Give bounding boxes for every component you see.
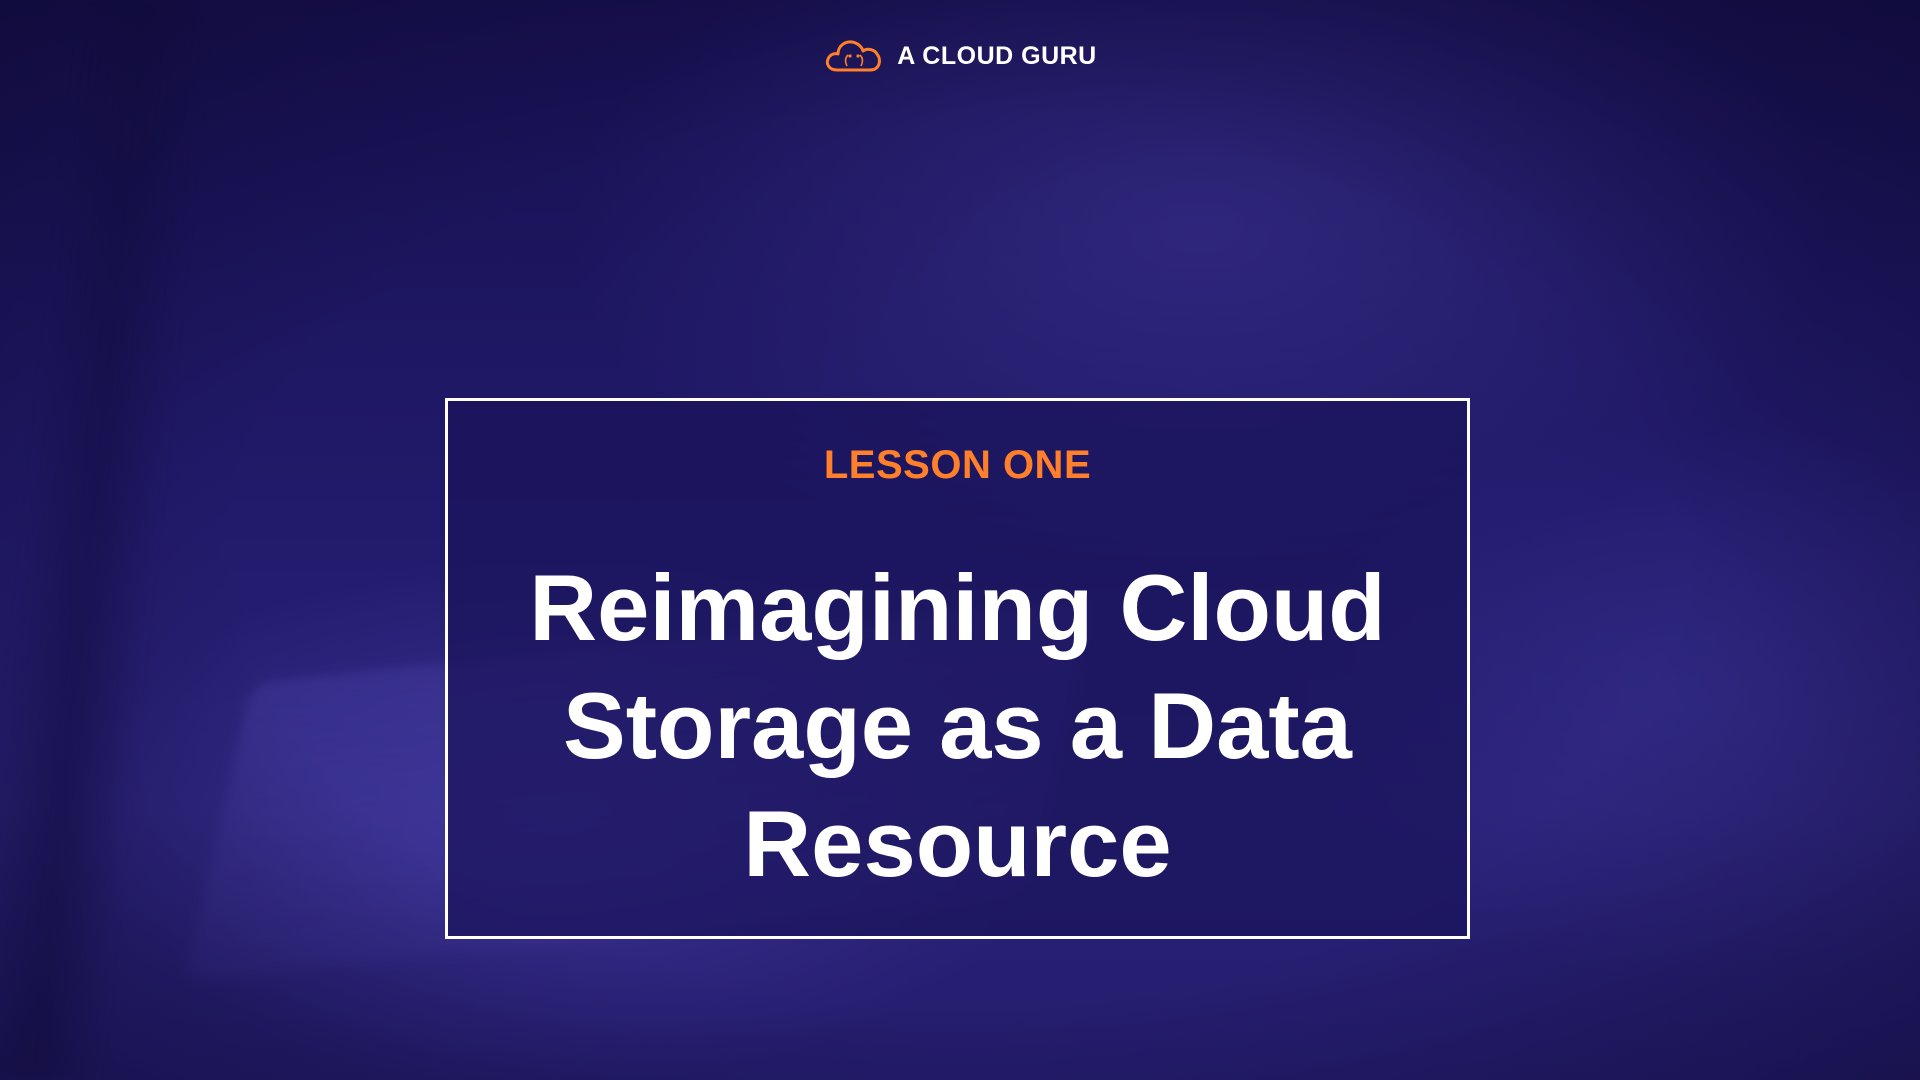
brand-header: A CLOUD GURU — [0, 36, 1920, 76]
lesson-card: LESSON ONE Reimagining Cloud Storage as … — [445, 398, 1470, 939]
lesson-title: Reimagining Cloud Storage as a Data Reso… — [488, 549, 1427, 903]
brand-name: A CLOUD GURU — [897, 41, 1097, 70]
lesson-label: LESSON ONE — [823, 443, 1092, 487]
lesson-title-line: Reimagining Cloud — [529, 555, 1386, 660]
cloud-logo-icon — [826, 40, 882, 72]
lesson-title-line: Storage as a Data — [563, 673, 1352, 778]
lesson-title-line: Resource — [743, 791, 1172, 896]
